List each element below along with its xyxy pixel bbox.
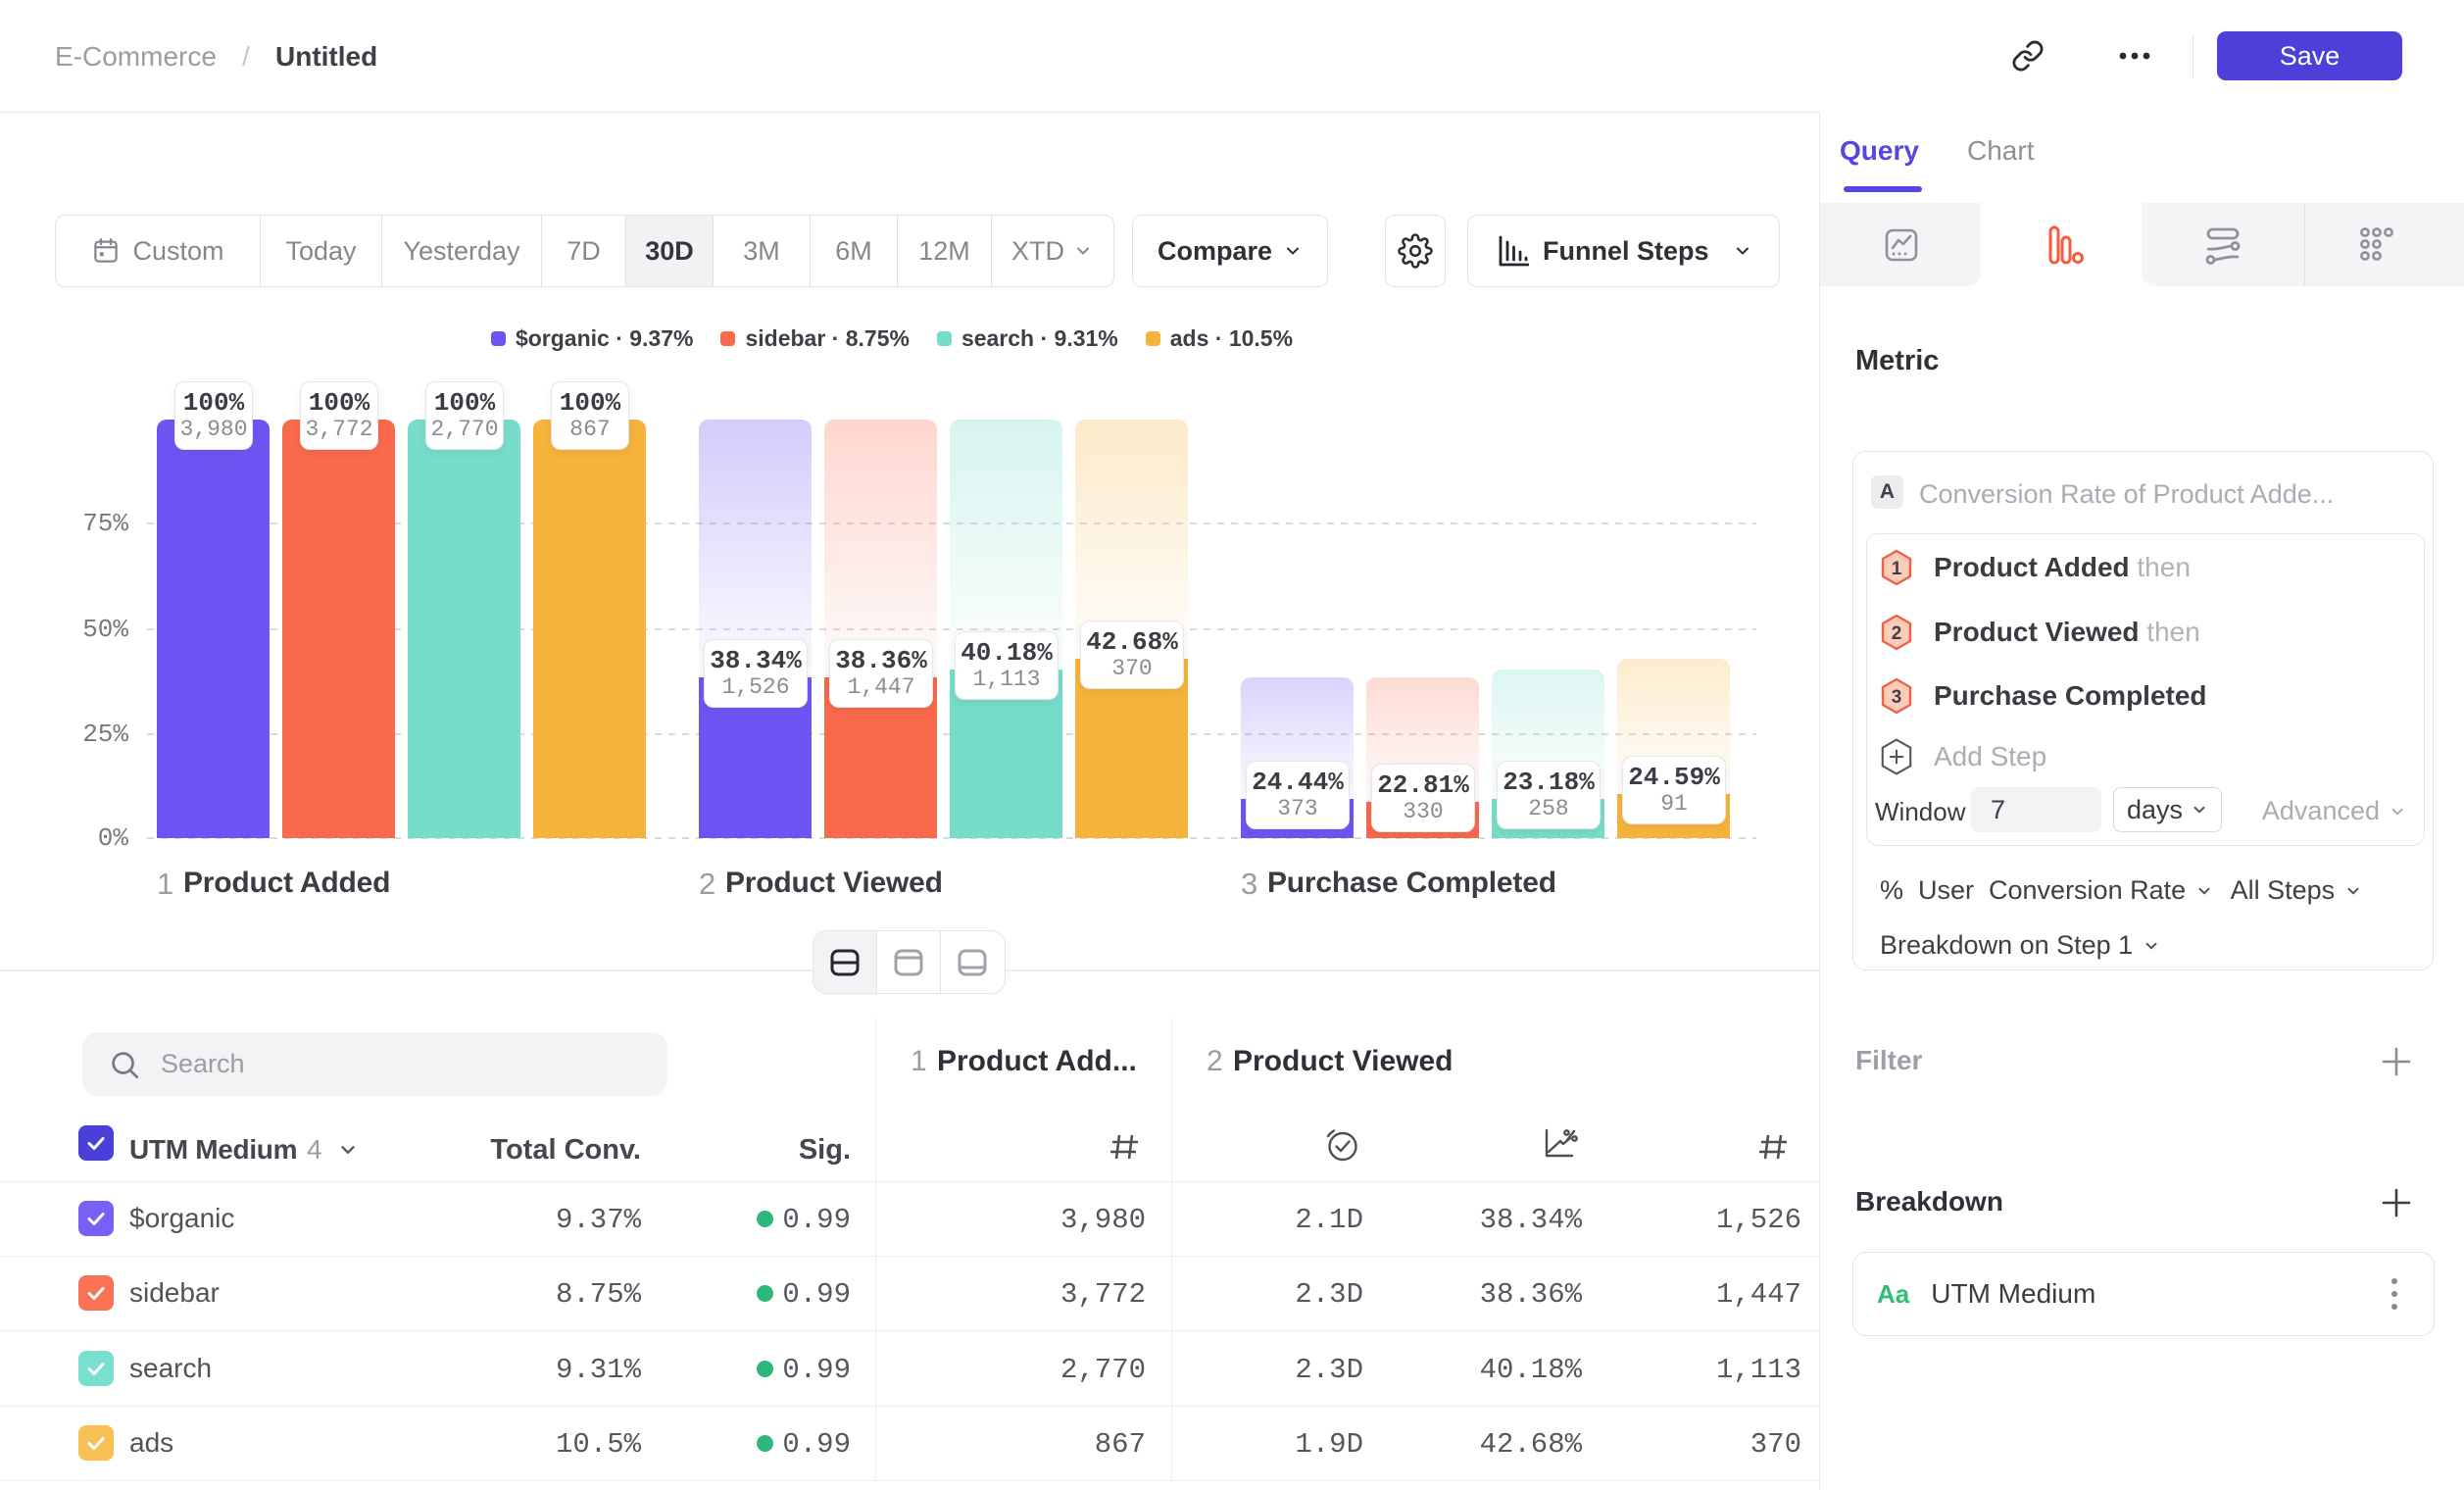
svg-text:1: 1 xyxy=(1892,559,1902,579)
svg-text:2: 2 xyxy=(1892,623,1902,644)
svg-text:3: 3 xyxy=(1892,687,1902,708)
